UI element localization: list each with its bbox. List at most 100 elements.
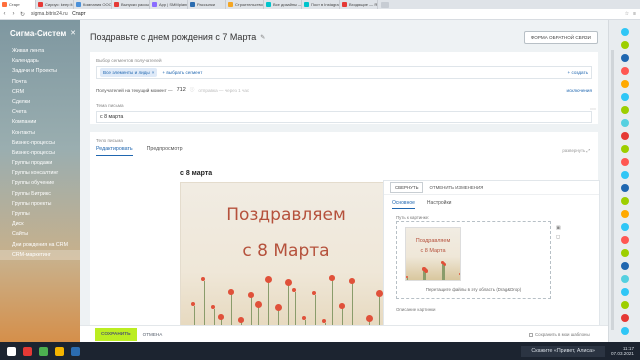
image-drop-zone[interactable]: Поздравляем с 8 Марта Перетащите файлы в… (396, 221, 551, 299)
folder-icon[interactable] (55, 346, 64, 356)
sidebar-item[interactable]: CRM (0, 87, 80, 97)
sidebar-item[interactable]: Диск (0, 219, 80, 229)
trash-icon[interactable]: ◻ (556, 234, 561, 240)
menu-icon[interactable]: ≡ (633, 11, 636, 17)
scrollbar[interactable] (611, 50, 614, 330)
close-icon[interactable]: ✕ (70, 29, 76, 37)
tab-main[interactable]: Основное (392, 200, 415, 209)
alice-search[interactable]: Скажите «Привет, Алиса» (521, 345, 605, 357)
sidebar-item[interactable]: Бизнес-процессы (0, 138, 80, 148)
app-shortcut-icon[interactable] (621, 275, 629, 283)
image-icon[interactable]: ▣ (556, 225, 561, 231)
browser-tab[interactable]: App | SMMplanner (150, 0, 188, 9)
canvas-heading[interactable]: с 8 марта (180, 170, 212, 177)
browser-tab[interactable]: Строительство домо... (226, 0, 264, 9)
app-shortcut-icon[interactable] (621, 119, 629, 127)
app-shortcut-icon[interactable] (621, 106, 629, 114)
chrome-icon[interactable] (39, 346, 48, 356)
sidebar-item[interactable]: Задачи и Проекты (0, 66, 80, 76)
image-thumbnail[interactable]: Поздравляем с 8 Марта (405, 227, 461, 281)
subject-input[interactable]: с 8 марта (96, 111, 592, 123)
new-tab-button[interactable] (381, 1, 389, 8)
browser-tab[interactable]: Старт (0, 0, 36, 9)
app-shortcut-icon[interactable] (621, 184, 629, 192)
app-shortcut-icon[interactable] (621, 158, 629, 166)
sidebar-item[interactable]: Сайты (0, 229, 80, 239)
app-shortcut-icon[interactable] (621, 197, 629, 205)
sidebar-brand[interactable]: Сигма-Систем ✕ (0, 26, 80, 40)
browser-tab[interactable]: Сириус: keep it... (36, 0, 74, 9)
app-shortcut-icon[interactable] (621, 314, 629, 322)
tab-edit[interactable]: Редактировать (96, 146, 133, 156)
sidebar-item[interactable]: Бизнес-процессы (0, 148, 80, 158)
sidebar-item[interactable]: Календарь (0, 56, 80, 66)
create-link[interactable]: + создать (568, 70, 588, 75)
save-template-checkbox[interactable]: Сохранить в мои шаблоны (529, 332, 590, 337)
app-icon[interactable] (71, 346, 80, 356)
exceptions-link[interactable]: исключения (567, 88, 593, 93)
sidebar-item[interactable]: Группы Битрикс (0, 189, 80, 199)
sidebar-item[interactable]: Группы (0, 209, 80, 219)
app-shortcut-icon[interactable] (621, 41, 629, 49)
app-shortcut-icon[interactable] (621, 223, 629, 231)
app-shortcut-icon[interactable] (621, 301, 629, 309)
collapse-button[interactable]: СВЕРНУТЬ (390, 182, 424, 193)
app-shortcut-icon[interactable] (621, 54, 629, 62)
back-icon[interactable]: ‹ (0, 11, 9, 17)
browser-tab[interactable]: Компания ООО "Сиг... (74, 0, 112, 9)
start-icon[interactable] (7, 346, 16, 356)
app-shortcut-icon[interactable] (621, 28, 629, 36)
app-shortcut-icon[interactable] (621, 249, 629, 257)
checkbox-icon[interactable] (529, 332, 533, 337)
app-shortcut-icon[interactable] (621, 171, 629, 179)
app-shortcut-icon[interactable] (621, 327, 629, 335)
reload-icon[interactable]: ↻ (18, 11, 27, 18)
browser-tab[interactable]: Пост в Instagram —... (302, 0, 340, 9)
sidebar-item[interactable]: Группы консалтинг (0, 168, 80, 178)
tab-settings[interactable]: Настройки (427, 200, 452, 209)
edit-icon[interactable]: ✎ (260, 34, 265, 41)
browser-tab[interactable]: Все дизайны — Canv... (264, 0, 302, 9)
expand-link[interactable]: развернуть ⤢ (562, 148, 590, 153)
sidebar-item[interactable]: Сделки (0, 97, 80, 107)
forward-icon[interactable]: › (9, 11, 18, 17)
cancel-button[interactable]: ОТМЕНА (143, 332, 163, 337)
remove-icon[interactable]: × (152, 70, 155, 75)
app-shortcut-icon[interactable] (621, 288, 629, 296)
url-field[interactable]: sigma.bitrix24.ru Старт (31, 11, 86, 17)
sidebar-item[interactable]: Компании (0, 117, 80, 127)
browser-tab[interactable]: Входящие — Яндекс... (340, 0, 378, 9)
feedback-button[interactable]: ФОРМА ОБРАТНОЙ СВЯЗИ (523, 30, 598, 44)
app-shortcut-icon[interactable] (621, 262, 629, 270)
sidebar-item[interactable]: Дни рождения на CRM (0, 240, 80, 250)
sidebar-item[interactable]: Группы обучение (0, 178, 80, 188)
app-shortcut-icon[interactable] (621, 210, 629, 218)
undo-changes-link[interactable]: ОТМЕНИТЬ ИЗМЕНЕНИЯ (429, 185, 483, 190)
segment-chip[interactable]: Все элементы и лиды × (100, 68, 158, 77)
sidebar-item[interactable]: Группы продажи (0, 158, 80, 168)
yandex-browser-icon[interactable] (23, 346, 32, 356)
save-button[interactable]: СОХРАНИТЬ (95, 328, 137, 341)
sidebar-item[interactable]: CRM-маркетинг (0, 249, 80, 260)
sidebar-item[interactable]: Контакты (0, 128, 80, 138)
app-shortcut-icon[interactable] (621, 145, 629, 153)
browser-tab[interactable]: Выпуски рассылк... (112, 0, 150, 9)
app-shortcut-icon[interactable] (621, 236, 629, 244)
app-shortcut-icon[interactable] (621, 67, 629, 75)
sidebar-item[interactable]: Почта (0, 77, 80, 87)
sidebar-item[interactable]: Группы проекты (0, 199, 80, 209)
app-shortcut-icon[interactable] (621, 93, 629, 101)
app-shortcut-icon[interactable] (621, 132, 629, 140)
letter-canvas[interactable]: с 8 марта Поздравляем с 8 Марта (130, 164, 392, 332)
tab-preview[interactable]: Предпросмотр (147, 146, 183, 156)
bookmark-icon[interactable]: ☆ (625, 11, 629, 17)
add-segment-link[interactable]: + выбрать сегмент (162, 70, 202, 75)
sidebar-item[interactable]: Живая лента (0, 46, 80, 56)
sidebar-item[interactable]: Счета (0, 107, 80, 117)
postcard-image[interactable]: Поздравляем с 8 Марта (180, 182, 392, 332)
count-label: Получателей на текущий момент — (96, 87, 173, 93)
browser-tab[interactable]: Рассылки (188, 0, 226, 9)
more-icon[interactable]: ⋯ (590, 106, 596, 113)
app-shortcut-icon[interactable] (621, 80, 629, 88)
recipients-field[interactable]: Все элементы и лиды × + выбрать сегмент … (96, 66, 592, 79)
